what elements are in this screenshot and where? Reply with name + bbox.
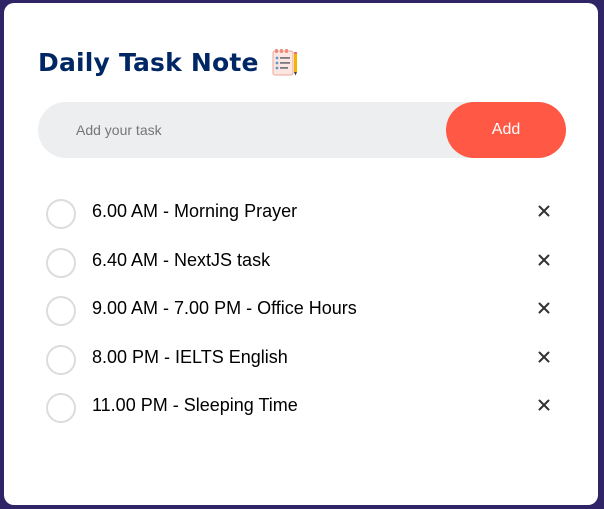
checkbox-circle[interactable]	[46, 199, 76, 229]
checkbox-circle[interactable]	[46, 393, 76, 423]
todo-card: Daily Task Note Add your task Add 6.00 A…	[4, 3, 598, 505]
notepad-icon	[270, 47, 300, 77]
close-icon[interactable]	[532, 248, 556, 272]
task-text: 6.40 AM - NextJS task	[92, 249, 271, 270]
task-text: 9.00 AM - 7.00 PM - Office Hours	[92, 298, 357, 318]
task-list: 6.00 AM - Morning Prayer 6.40 AM - NextJ…	[4, 187, 598, 430]
task-text: 6.00 AM - Morning Prayer	[92, 201, 298, 221]
list-item[interactable]: 11.00 PM - Sleeping Time	[4, 381, 598, 430]
checkbox-circle[interactable]	[46, 344, 76, 375]
close-icon[interactable]	[532, 345, 556, 369]
list-item[interactable]: 6.40 AM - NextJS task	[4, 236, 598, 285]
checkbox-circle[interactable]	[46, 247, 76, 278]
task-text: 8.00 PM - IELTS English	[92, 346, 288, 367]
add-button[interactable]: Add	[446, 102, 566, 158]
list-item[interactable]: 8.00 PM - IELTS English	[4, 333, 598, 382]
close-icon[interactable]	[532, 199, 556, 223]
task-input-row: Add	[38, 102, 566, 158]
header: Daily Task Note	[38, 47, 300, 77]
page-title: Daily Task Note	[38, 47, 259, 77]
list-item[interactable]: 9.00 AM - 7.00 PM - Office Hours	[4, 284, 598, 333]
close-icon[interactable]	[532, 296, 556, 320]
list-item[interactable]: 6.00 AM - Morning Prayer	[4, 187, 598, 236]
close-icon[interactable]	[532, 393, 556, 417]
checkbox-circle[interactable]	[46, 296, 76, 326]
task-input[interactable]	[76, 102, 436, 158]
task-text: 11.00 PM - Sleeping Time	[92, 395, 298, 415]
